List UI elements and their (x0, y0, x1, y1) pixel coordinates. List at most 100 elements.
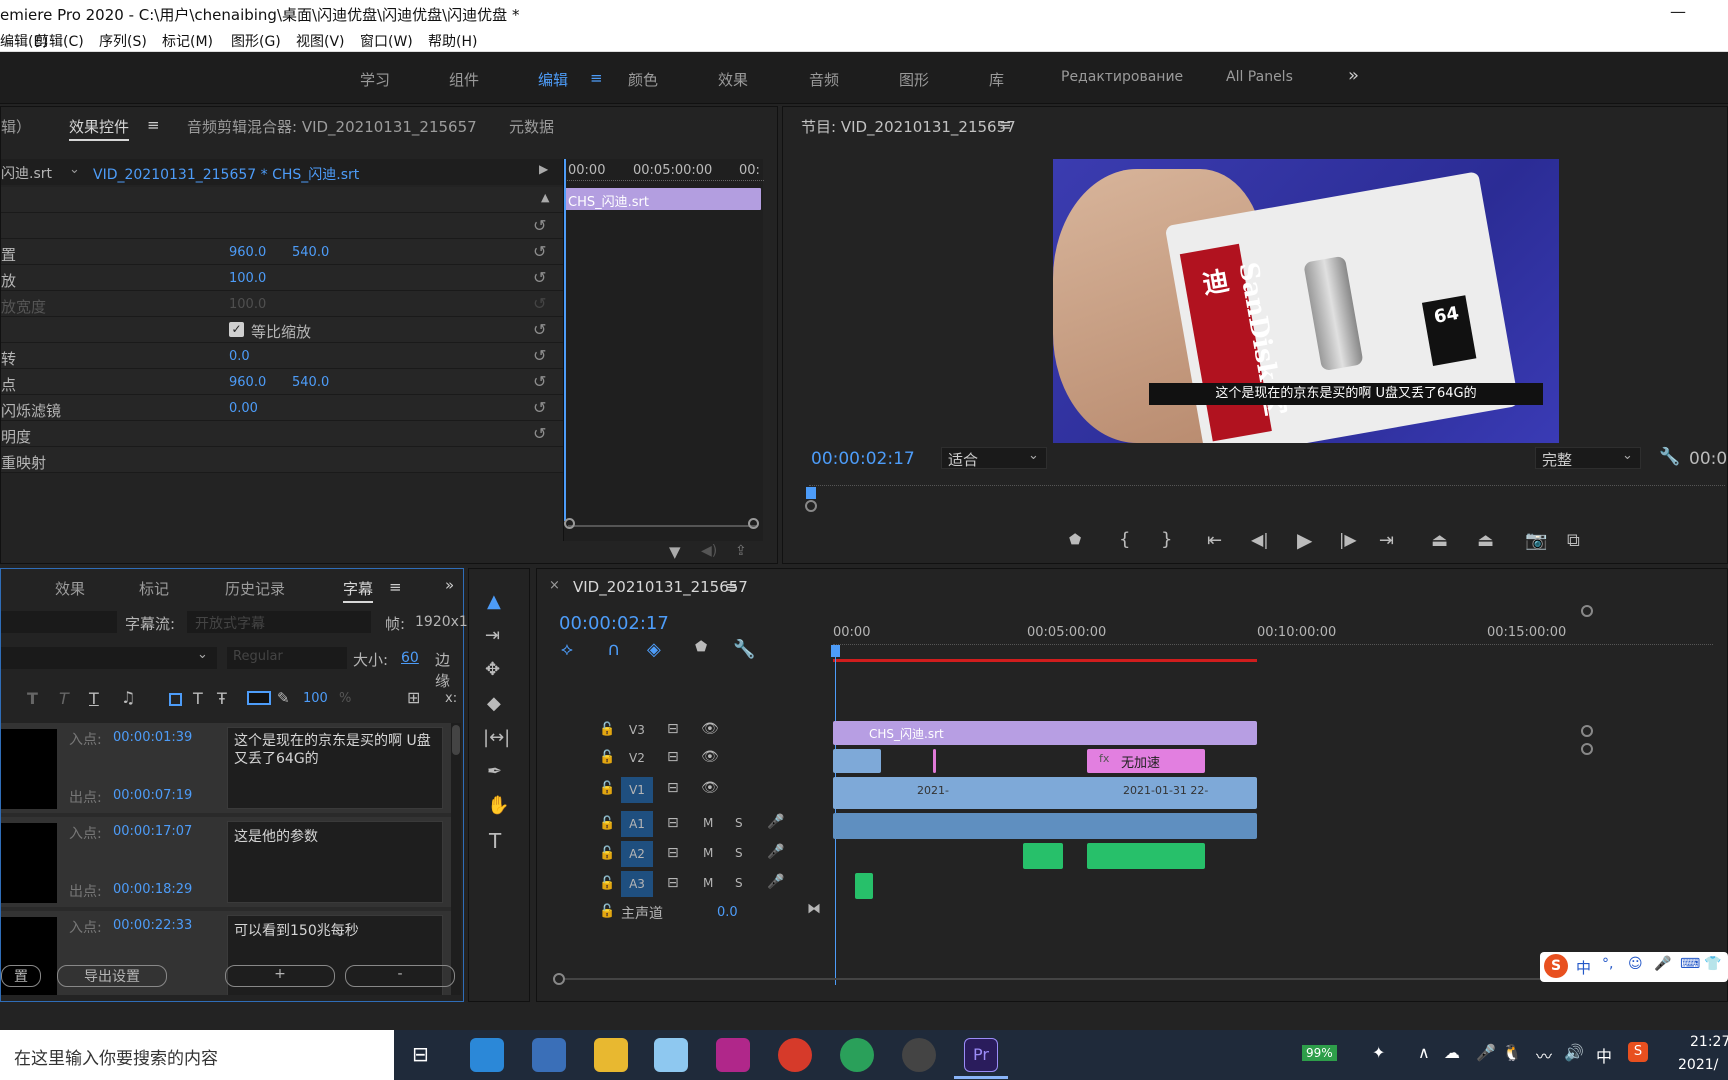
mail-icon[interactable] (470, 1038, 504, 1072)
program-monitor-title[interactable]: 节目: VID_20210131_215657 (801, 116, 1016, 137)
skin-icon[interactable]: 👕 (1704, 956, 1721, 972)
mute-button[interactable]: M (703, 816, 713, 830)
captions-menu-icon[interactable]: ≡ (389, 578, 402, 596)
bold-icon[interactable]: T (27, 689, 38, 708)
workspace-libraries[interactable]: 库 (989, 69, 1004, 90)
menu-clip[interactable]: 剪辑(C) (35, 31, 84, 51)
v1-clip[interactable]: 2021- 2021-01-31 22- (833, 777, 1257, 809)
workspace-editing-ru[interactable]: Редактирование (1061, 69, 1183, 85)
tab-history[interactable]: 历史记录 (225, 578, 285, 599)
scrollbar-thumb[interactable] (452, 725, 460, 755)
v2-marker-clip[interactable] (933, 749, 936, 773)
linked-selection-icon[interactable]: ◈ (647, 639, 661, 660)
text-outline-icon[interactable]: Ŧ (217, 689, 227, 708)
sync-lock-icon[interactable]: ⊟ (667, 875, 679, 891)
microphone-icon[interactable]: 🎤 (767, 874, 784, 890)
microphone-icon[interactable]: 🎤 (1476, 1043, 1496, 1062)
a1-clip[interactable] (833, 813, 1257, 839)
ripple-edit-icon[interactable]: ✥ (485, 659, 500, 680)
workspace-assembly[interactable]: 组件 (449, 69, 479, 90)
fit-dropdown[interactable]: 适合 ⌄ (941, 447, 1047, 469)
export-icon[interactable]: ⇪ (735, 543, 747, 559)
a2-clip-small[interactable] (1023, 843, 1063, 869)
emoji-icon[interactable]: ☺ (1628, 956, 1643, 972)
tab-effect-controls[interactable]: 效果控件 (69, 116, 130, 141)
video-frame[interactable]: SanDisk 闪迪 64 这个是现在的京东是买的啊 U盘又丢了64G的 (1053, 159, 1559, 443)
scale-value[interactable]: 100.0 (229, 271, 266, 286)
reset-icon[interactable]: ↺ (533, 424, 546, 443)
text-color-icon[interactable]: T (193, 689, 203, 708)
timeline-sequence-tab[interactable]: VID_20210131_215657 (573, 578, 748, 596)
opacity-value[interactable]: 100 (303, 691, 328, 706)
stream-dropdown[interactable]: 开放式字幕 (187, 611, 371, 633)
extract-icon[interactable]: ⏏ (1477, 530, 1494, 551)
horizontal-scrollbar[interactable] (565, 978, 1565, 980)
file-explorer-icon[interactable] (594, 1038, 628, 1072)
chevron-up-icon[interactable]: ∧ (1418, 1043, 1430, 1062)
mini-zoom-bar[interactable] (568, 525, 758, 527)
reset-icon[interactable]: ↺ (533, 268, 546, 287)
vertical-zoom-handle-bottom[interactable] (1581, 743, 1593, 755)
mute-button[interactable]: M (703, 876, 713, 890)
mark-in-icon[interactable]: { (1119, 529, 1130, 550)
background-color-icon[interactable] (169, 693, 182, 706)
lock-icon[interactable]: 🔓 (599, 750, 615, 765)
zoom-handle-left[interactable] (564, 518, 575, 529)
3d-viewer-icon[interactable] (654, 1038, 688, 1072)
ime-language[interactable]: 中 (1576, 957, 1591, 978)
premiere-pro-icon[interactable]: Pr (964, 1038, 998, 1072)
tab-markers[interactable]: 标记 (139, 578, 169, 599)
mini-playhead[interactable] (564, 159, 566, 521)
jetbrains-icon[interactable] (716, 1038, 750, 1072)
mute-button[interactable]: M (703, 846, 713, 860)
keyboard-icon[interactable]: ⌨ (1680, 956, 1700, 972)
sogou-tray-icon[interactable]: S (1628, 1042, 1648, 1062)
program-timecode[interactable]: 00:00:02:17 (811, 449, 915, 469)
sync-lock-icon[interactable]: ⊟ (667, 749, 679, 765)
app-swirl-icon[interactable] (778, 1038, 812, 1072)
workspace-overflow-icon[interactable]: » (1348, 65, 1359, 86)
reset-icon[interactable]: ↺ (533, 242, 546, 261)
position-grid-icon[interactable]: ⊞ (407, 688, 420, 707)
remove-caption-button[interactable]: - (345, 965, 455, 987)
lock-icon[interactable]: 🔓 (599, 816, 615, 831)
collapse-up-icon[interactable]: ▲ (541, 191, 549, 204)
ime-indicator[interactable]: 中 (1596, 1043, 1612, 1067)
font-dropdown[interactable]: ⌄ (1, 647, 217, 669)
quality-dropdown[interactable]: 完整 ⌄ (1535, 447, 1641, 469)
reset-icon[interactable]: ↺ (533, 346, 546, 365)
menu-help[interactable]: 帮助(H) (428, 31, 477, 51)
mini-caption-clip[interactable]: CHS_闪迪.srt (564, 188, 761, 210)
play-triangle-icon[interactable]: ▶ (539, 162, 548, 176)
solo-button[interactable]: S (735, 846, 743, 860)
panel-menu-icon[interactable]: ≡ (147, 116, 160, 134)
timeline-ruler-ticks[interactable] (833, 644, 1713, 650)
program-playhead[interactable] (806, 487, 816, 499)
tab-captions[interactable]: 字幕 (343, 578, 374, 603)
wifi-icon[interactable]: 〰 (1536, 1043, 1552, 1067)
caption-list-scrollbar[interactable] (451, 723, 461, 995)
program-menu-icon[interactable]: ≡ (999, 116, 1012, 134)
track-label-a1[interactable]: A1 (621, 811, 653, 837)
position-x-value[interactable]: 960.0 (229, 245, 266, 260)
v2-clip[interactable] (833, 749, 881, 773)
anchor-y-value[interactable]: 540.0 (292, 375, 329, 390)
caption-track-clip[interactable]: CHS_闪迪.srt (833, 721, 1257, 745)
caption-text[interactable]: 这个是现在的京东是买的啊 U盘又丢了64G的 (227, 727, 443, 809)
add-marker-icon[interactable]: ⬟ (695, 639, 707, 655)
workspace-editing[interactable]: 编辑 (538, 69, 568, 90)
eye-icon[interactable]: 👁 (701, 749, 719, 765)
rotation-value[interactable]: 0.0 (229, 349, 250, 364)
microphone-icon[interactable]: 🎤 (767, 844, 784, 860)
solo-button[interactable]: S (735, 816, 743, 830)
chevron-down-icon[interactable]: ⌄ (69, 162, 80, 177)
underline-icon[interactable]: T (89, 689, 99, 708)
ime-toolbar[interactable]: S 中 °, ☺ 🎤 ⌨ 👕 (1540, 952, 1728, 982)
music-note-icon[interactable]: ♫ (121, 688, 135, 707)
track-select-icon[interactable]: ⇥ (485, 625, 500, 646)
mark-out-icon[interactable]: } (1161, 529, 1172, 550)
app-tray-icon[interactable]: ✦ (1372, 1043, 1385, 1062)
magnet-icon[interactable]: ∩ (607, 639, 620, 660)
battery-indicator[interactable]: 99% (1302, 1045, 1337, 1061)
minimize-button[interactable]: — (1670, 2, 1686, 21)
